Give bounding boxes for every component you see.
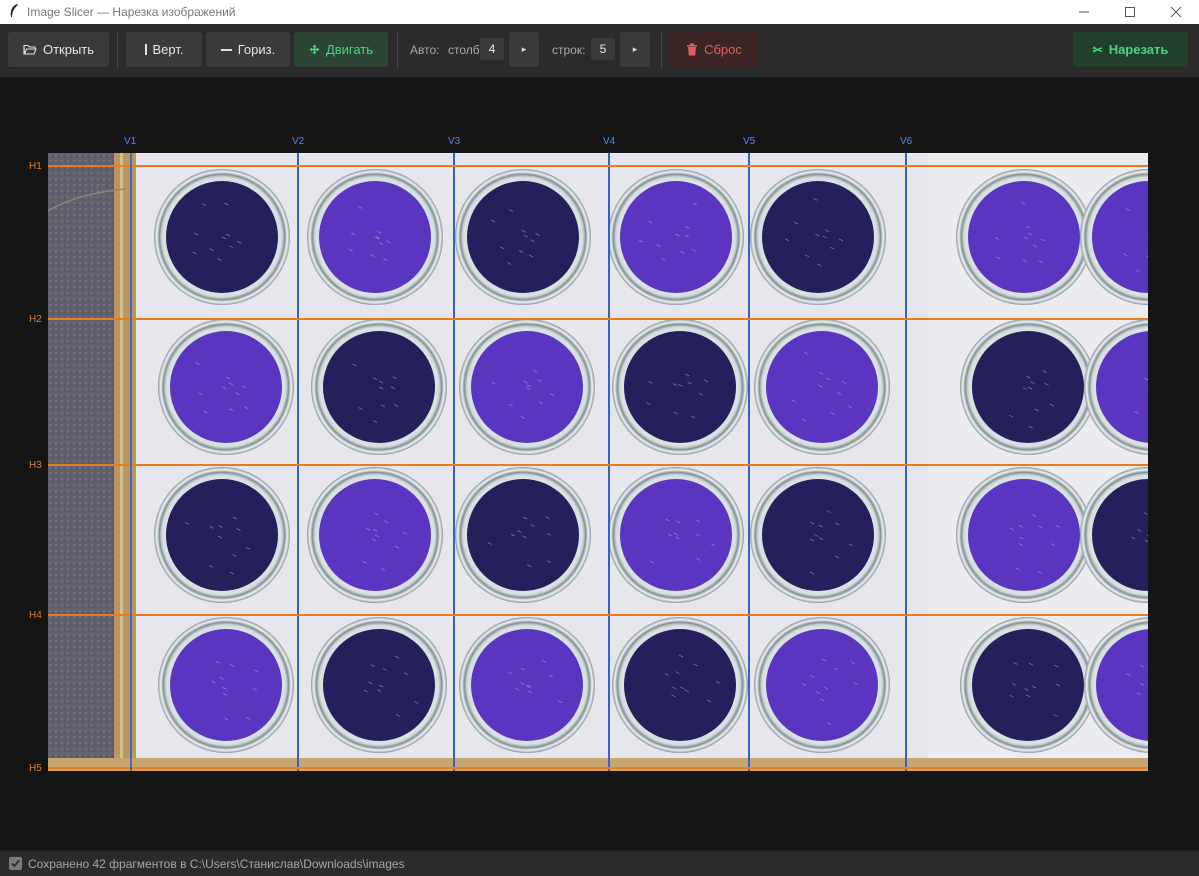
petri-dish-medium xyxy=(762,181,874,293)
petri-dish-medium xyxy=(166,479,278,591)
move-arrows-icon xyxy=(309,44,320,55)
guide-label-v4: V4 xyxy=(603,136,616,147)
horizontal-guide-h4[interactable] xyxy=(48,614,1148,616)
guide-label-h1: H1 xyxy=(29,161,42,172)
vertical-bar-icon xyxy=(144,44,147,55)
petri-dish-medium xyxy=(467,479,579,591)
vertical-guide-v5[interactable] xyxy=(748,153,750,771)
vertical-guide-v3[interactable] xyxy=(453,153,455,771)
vertical-label: Верт. xyxy=(152,42,184,57)
move-button[interactable]: Двигать xyxy=(294,32,388,67)
petri-dish-medium xyxy=(762,479,874,591)
columns-input[interactable]: 4 xyxy=(480,38,504,60)
loaded-photo xyxy=(48,153,1148,771)
title-bar: Image Slicer — Нарезка изображений xyxy=(0,0,1199,24)
close-icon xyxy=(1170,6,1182,18)
petri-dish-medium xyxy=(170,629,282,741)
guide-label-v1: V1 xyxy=(124,136,137,147)
window-title: Image Slicer — Нарезка изображений xyxy=(27,5,236,19)
petri-dish-medium xyxy=(170,331,282,443)
minimize-icon xyxy=(1079,11,1089,13)
guide-label-v3: V3 xyxy=(448,136,461,147)
horizontal-guide-h5[interactable] xyxy=(48,767,1148,769)
toolbar: Открыть Верт. Гориз. Двигать Авто: столб… xyxy=(0,24,1199,78)
guide-label-v2: V2 xyxy=(292,136,305,147)
reset-button[interactable]: Сброс xyxy=(670,32,758,67)
horizontal-bar-icon xyxy=(220,48,232,51)
petri-dish-medium xyxy=(467,181,579,293)
toolbar-separator xyxy=(397,32,398,68)
vertical-guide-v6[interactable] xyxy=(905,153,907,771)
minimize-button[interactable] xyxy=(1061,0,1107,24)
guide-label-h5: H5 xyxy=(29,763,42,774)
maximize-icon xyxy=(1125,7,1135,17)
rows-input[interactable]: 5 xyxy=(591,38,615,60)
feather-icon xyxy=(10,4,18,17)
petri-dish-medium xyxy=(471,331,583,443)
petri-dish-medium xyxy=(620,479,732,591)
horizontal-guide-h1[interactable] xyxy=(48,165,1148,167)
guide-label-h2: H2 xyxy=(29,314,42,325)
petri-dish-medium xyxy=(968,479,1080,591)
vertical-guide-v1[interactable] xyxy=(130,153,132,771)
columns-label: столб: xyxy=(448,43,483,57)
play-icon: ▸ xyxy=(521,44,527,54)
rows-label: строк: xyxy=(552,43,586,57)
vertical-line-button[interactable]: Верт. xyxy=(126,32,202,67)
slice-label: Нарезать xyxy=(1108,42,1169,57)
petri-dish-medium xyxy=(624,331,736,443)
checkbox-icon xyxy=(9,857,22,870)
petri-dish-medium xyxy=(620,181,732,293)
guide-label-h3: H3 xyxy=(29,460,42,471)
guide-label-v5: V5 xyxy=(743,136,756,147)
guide-label-h4: H4 xyxy=(29,610,42,621)
petri-dish-medium xyxy=(624,629,736,741)
maximize-button[interactable] xyxy=(1107,0,1153,24)
rows-apply-button[interactable]: ▸ xyxy=(620,32,650,67)
trash-icon xyxy=(687,43,698,56)
auto-label: Авто: xyxy=(410,43,440,57)
petri-dish-medium xyxy=(766,629,878,741)
vertical-guide-v2[interactable] xyxy=(297,153,299,771)
horizontal-line-button[interactable]: Гориз. xyxy=(206,32,290,67)
petri-dish-medium xyxy=(972,629,1084,741)
horizontal-guide-h2[interactable] xyxy=(48,318,1148,320)
reset-label: Сброс xyxy=(704,42,742,57)
open-label: Открыть xyxy=(42,42,95,57)
image-canvas[interactable]: V1 V2 V3 V4 V5 V6 H1 H2 H3 H4 H5 xyxy=(0,79,1199,850)
open-button[interactable]: Открыть xyxy=(8,32,109,67)
slice-button[interactable]: ✂ Нарезать xyxy=(1073,32,1188,67)
horizontal-label: Гориз. xyxy=(237,42,276,57)
scissors-icon: ✂ xyxy=(1092,42,1103,57)
guide-label-v6: V6 xyxy=(900,136,913,147)
play-icon: ▸ xyxy=(632,44,638,54)
vertical-guide-v4[interactable] xyxy=(608,153,610,771)
status-text: Сохранено 42 фрагментов в C:\Users\Стани… xyxy=(28,857,405,871)
columns-apply-button[interactable]: ▸ xyxy=(509,32,539,67)
horizontal-guide-h3[interactable] xyxy=(48,464,1148,466)
status-bar: Сохранено 42 фрагментов в C:\Users\Стани… xyxy=(0,850,1199,876)
toolbar-separator xyxy=(661,32,662,68)
move-label: Двигать xyxy=(325,42,374,57)
folder-icon xyxy=(23,44,37,55)
toolbar-separator xyxy=(117,32,118,68)
close-button[interactable] xyxy=(1153,0,1199,24)
